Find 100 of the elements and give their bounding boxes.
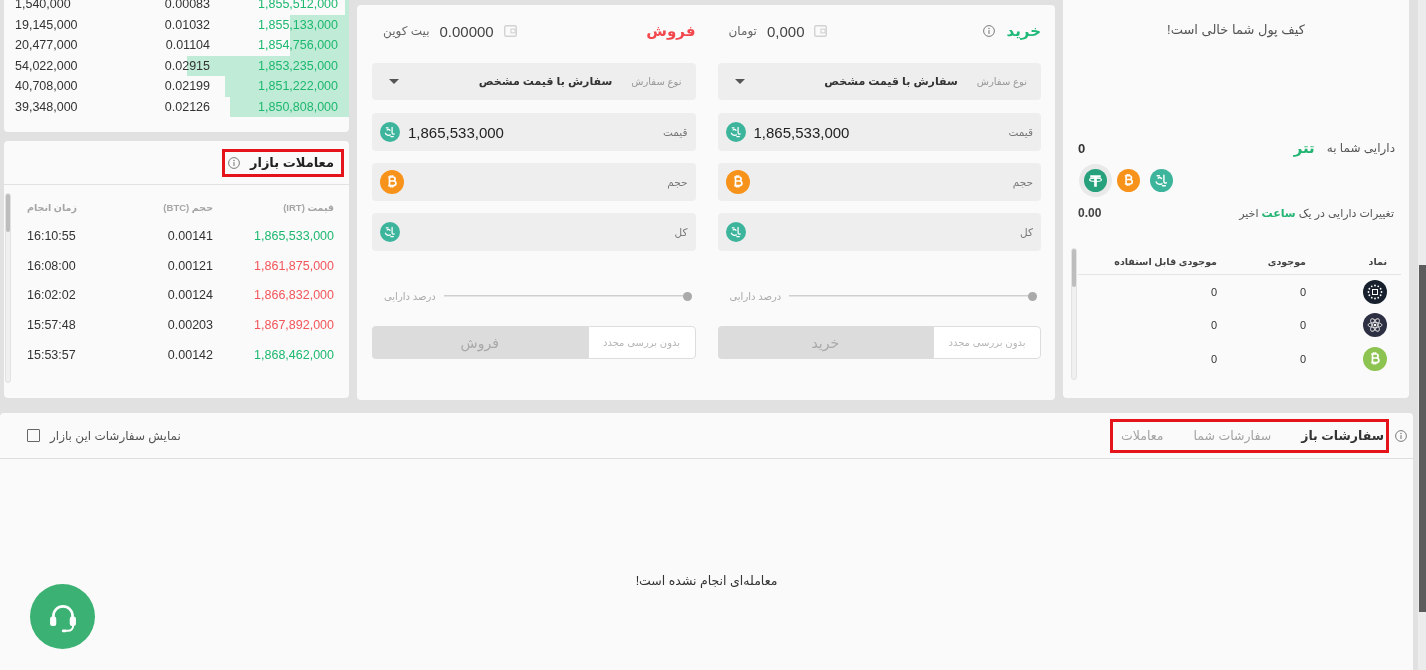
holdings-currency: تتر xyxy=(1293,139,1315,157)
wallet-icon xyxy=(503,25,517,37)
column-header: موجودی قابل استفاده xyxy=(1113,255,1217,267)
form-title: خرید xyxy=(1006,22,1041,40)
wallet-icon xyxy=(814,25,828,37)
coin-icon xyxy=(725,122,746,142)
price-cell-text: 1,861,875,000 xyxy=(253,258,334,273)
total-cell-text: 54,022,000 xyxy=(15,58,79,73)
price-cell-text: 1,853,235,000 xyxy=(257,58,338,73)
price-cell-text: 1,854,756,000 xyxy=(257,38,338,53)
amount-cell-text: 0.00083 xyxy=(163,0,210,12)
input-field[interactable]: حجم xyxy=(717,163,1041,201)
column-header: قیمت (IRT) xyxy=(282,201,334,213)
bitcoin-icon xyxy=(725,170,750,194)
input-field[interactable]: کل xyxy=(717,213,1041,251)
info-icon[interactable] xyxy=(1395,429,1407,442)
total-cell-text: 39,348,000 xyxy=(15,99,79,114)
order-type-dropdown[interactable]: نوع سفارش سفارش با قیمت مشخص xyxy=(372,63,696,100)
volume-cell-text: 0.00121 xyxy=(166,258,213,273)
time-cell-text: 16:08:00 xyxy=(27,258,77,273)
coin-icon xyxy=(1150,169,1173,192)
price-cell-text: 1,855,133,000 xyxy=(257,17,338,32)
bitcoin-icon xyxy=(380,170,404,194)
filter-label[interactable]: نمایش سفارشات این بازار xyxy=(50,428,181,443)
field-label: حجم xyxy=(667,176,688,188)
field-label: قیمت xyxy=(662,126,688,138)
scrollbar-thumb[interactable] xyxy=(6,194,10,232)
tab[interactable]: معاملات xyxy=(1121,428,1164,443)
total-cell-text: 40,708,000 xyxy=(15,79,79,94)
no-confirm-toggle[interactable]: بدون بررسی مجدد xyxy=(587,326,696,359)
total-cell-text: 20,477,000 xyxy=(15,38,79,53)
holdings-value: 0 xyxy=(1078,140,1086,156)
total-cell-text: 1,540,000 xyxy=(15,0,72,12)
section-title: معاملات بازار xyxy=(249,155,334,170)
column-header: موجودی xyxy=(1266,255,1306,267)
scrollbar-thumb[interactable] xyxy=(1419,265,1426,612)
time-cell-text: 15:57:48 xyxy=(27,317,77,332)
amount-cell-text: 0.02915 xyxy=(163,58,210,73)
balance-cell-text: 0 xyxy=(1298,285,1306,298)
dropdown-label: نوع سفارش xyxy=(631,76,682,87)
price-cell-text: 1,850,808,000 xyxy=(257,99,338,114)
tab[interactable]: سفارشات شما xyxy=(1193,428,1272,443)
total-cell-text: 19,145,000 xyxy=(15,17,79,32)
available-cell-text: 0 xyxy=(1209,319,1217,332)
volume-cell-text: 0.00124 xyxy=(166,288,213,303)
change-label: تغییرات دارایی در یک ساعت اخیر xyxy=(1239,206,1394,220)
volume-cell-text: 0.00203 xyxy=(166,317,213,332)
coin-icon xyxy=(380,222,400,242)
field-value: 1,865,533,000 xyxy=(753,123,850,141)
dropdown-label: نوع سفارش xyxy=(976,76,1027,87)
balance-unit: بیت کوین xyxy=(383,24,430,38)
coin-icon xyxy=(380,122,400,142)
slider-thumb[interactable] xyxy=(1028,291,1037,301)
coin-icon xyxy=(725,222,746,242)
holdings-label: دارایی شما به xyxy=(1326,141,1395,155)
bitcoin-icon xyxy=(1363,346,1387,371)
form-title: فروش xyxy=(646,22,696,40)
amount-cell-text: 0.01104 xyxy=(164,38,210,53)
currency-option[interactable] xyxy=(1117,169,1140,192)
balance-unit: تومان xyxy=(728,24,757,38)
currency-option[interactable] xyxy=(1079,164,1112,197)
volume-cell-text: 0.00142 xyxy=(166,347,213,362)
price-cell-text: 1,867,892,000 xyxy=(253,317,334,332)
time-cell-text: 15:53:57 xyxy=(27,347,77,362)
slider-thumb[interactable] xyxy=(682,291,692,301)
available-cell-text: 0 xyxy=(1209,285,1217,298)
info-icon[interactable] xyxy=(227,156,240,169)
scrollbar-thumb[interactable] xyxy=(1072,249,1076,287)
field-label: کل xyxy=(1020,226,1033,238)
info-icon[interactable] xyxy=(982,25,995,37)
slider-label: درصد دارایی xyxy=(384,290,436,302)
empty-wallet-message: کیف پول شما خالی است! xyxy=(1167,21,1305,40)
bitcoin-icon xyxy=(1117,169,1140,192)
caret-icon xyxy=(734,79,745,84)
price-cell-text: 1,868,462,000 xyxy=(253,347,334,362)
currency-option[interactable] xyxy=(1150,169,1173,192)
available-cell-text: 0 xyxy=(1209,352,1217,365)
checkbox[interactable] xyxy=(27,429,40,442)
amount-cell-text: 0.01032 xyxy=(163,17,210,32)
field-label: کل xyxy=(674,226,688,238)
amount-cell-text: 0.02126 xyxy=(163,99,210,114)
tab[interactable]: سفارشات باز xyxy=(1301,428,1384,443)
field-label: حجم xyxy=(1012,176,1033,188)
input-field[interactable]: کل xyxy=(372,213,696,251)
time-cell-text: 16:10:55 xyxy=(27,228,77,243)
t-coin-icon xyxy=(1084,169,1107,192)
no-confirm-toggle[interactable]: بدون بررسی مجدد xyxy=(933,326,1041,359)
field-value: 1,865,533,000 xyxy=(408,123,504,141)
field-label: قیمت xyxy=(1008,126,1033,138)
column-header: نماد xyxy=(1367,255,1388,267)
dropdown-value: سفارش با قیمت مشخص xyxy=(478,75,613,88)
order-type-dropdown[interactable]: نوع سفارش سفارش با قیمت مشخص xyxy=(717,63,1041,100)
change-value: 0.00 xyxy=(1078,206,1102,220)
input-field[interactable]: حجم xyxy=(372,163,696,201)
volume-cell-text: 0.00141 xyxy=(166,228,213,243)
balance-value: 0,000 xyxy=(766,22,805,40)
price-cell-text: 1,866,832,000 xyxy=(253,288,334,303)
empty-orders-message: معامله‌ای انجام نشده است! xyxy=(635,574,778,588)
column-header: زمان انجام xyxy=(27,201,78,213)
column-header: حجم (BTC) xyxy=(162,201,213,213)
